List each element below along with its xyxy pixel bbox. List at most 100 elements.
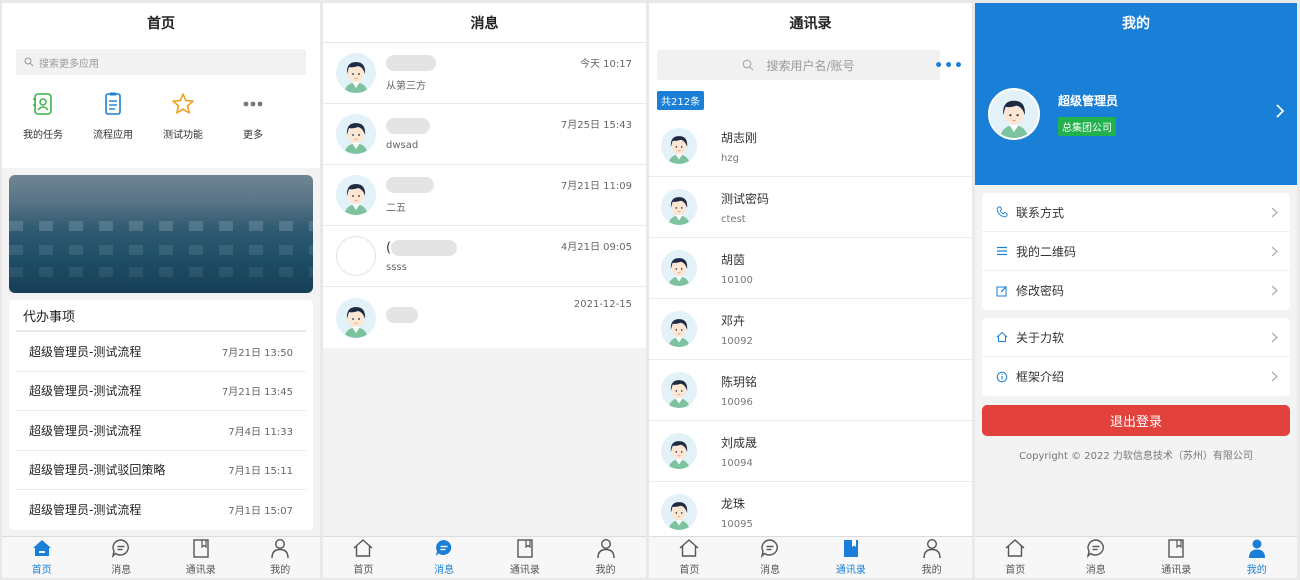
menu-framework[interactable]: 框架介绍 bbox=[982, 357, 1290, 396]
contact-name: 龙珠 bbox=[721, 496, 746, 511]
logout-button[interactable]: 退出登录 bbox=[982, 405, 1290, 436]
message-icon bbox=[112, 539, 130, 559]
contact-account: 10092 bbox=[721, 335, 753, 347]
todo-row[interactable]: 超级管理员-测试流程 7月1日 15:07 bbox=[16, 490, 306, 530]
tab-label: 我的 bbox=[595, 565, 616, 576]
home-icon bbox=[679, 539, 699, 557]
company-badge: 总集团公司 bbox=[1058, 117, 1116, 136]
contact-account: 10100 bbox=[721, 274, 753, 286]
mine-screen: 我的 超级管理员 总集团公司 联系方式 我的二维码 修改密码 关于力软 框架介绍… bbox=[975, 3, 1297, 578]
contact-item[interactable]: 邓卉 10092 bbox=[649, 299, 972, 360]
menu-label: 修改密码 bbox=[1016, 284, 1065, 298]
message-item[interactable]: dwsad 7月25日 15:43 bbox=[323, 104, 646, 165]
search-input[interactable]: 搜索更多应用 bbox=[16, 49, 306, 75]
tab-label: 消息 bbox=[434, 565, 455, 576]
more-options-icon[interactable]: ••• bbox=[934, 58, 964, 74]
profile-card[interactable]: 超级管理员 总集团公司 bbox=[988, 88, 1118, 140]
message-preview: 从第三方 bbox=[386, 80, 426, 92]
todo-row-title: 超级管理员-测试驳回策略 bbox=[29, 463, 166, 478]
contact-count-badge: 共212条 bbox=[657, 91, 705, 110]
contact-item[interactable]: 龙珠 10095 bbox=[649, 482, 972, 543]
menu-contact-info[interactable]: 联系方式 bbox=[982, 193, 1290, 232]
tab-mine[interactable]: 我的 bbox=[1217, 537, 1298, 578]
tab-label: 消息 bbox=[111, 565, 132, 576]
tab-contacts[interactable]: 通讯录 bbox=[161, 537, 241, 578]
messages-screen: 消息 从第三方 今天 10:17 dwsad 7月25日 15:43 二五 7月… bbox=[323, 3, 646, 578]
tab-messages[interactable]: 消息 bbox=[82, 537, 162, 578]
todo-row[interactable]: 超级管理员-测试流程 7月21日 13:50 bbox=[16, 332, 306, 372]
todo-row-title: 超级管理员-测试流程 bbox=[29, 384, 142, 399]
contact-name: 陈玥铭 bbox=[721, 374, 758, 389]
app-label: 流程应用 bbox=[93, 130, 133, 141]
search-icon bbox=[24, 57, 34, 67]
menu-qrcode[interactable]: 我的二维码 bbox=[982, 232, 1290, 271]
todo-row[interactable]: 超级管理员-测试驳回策略 7月1日 15:11 bbox=[16, 451, 306, 490]
banner-image[interactable] bbox=[9, 175, 313, 293]
app-test-feature[interactable]: 测试功能 bbox=[148, 91, 218, 141]
message-item[interactable]: 2021-12-15 bbox=[323, 287, 646, 348]
todo-row-time: 7月1日 15:07 bbox=[228, 506, 293, 518]
message-item[interactable]: ( ssss 4月21日 09:05 bbox=[323, 226, 646, 287]
todo-row[interactable]: 超级管理员-测试流程 7月4日 11:33 bbox=[16, 411, 306, 451]
list-icon bbox=[997, 246, 1007, 256]
menu-change-password[interactable]: 修改密码 bbox=[982, 271, 1290, 310]
tab-messages[interactable]: 消息 bbox=[1056, 537, 1137, 578]
contact-account: 10095 bbox=[721, 518, 753, 530]
page-title: 我的 bbox=[1122, 16, 1150, 32]
tab-label: 首页 bbox=[679, 565, 700, 576]
message-icon bbox=[436, 540, 452, 556]
tab-home[interactable]: 首页 bbox=[975, 537, 1056, 578]
app-label: 我的任务 bbox=[23, 130, 63, 141]
message-list: 从第三方 今天 10:17 dwsad 7月25日 15:43 二五 7月21日… bbox=[323, 43, 646, 348]
message-icon bbox=[760, 539, 779, 559]
todo-row[interactable]: 超级管理员-测试流程 7月21日 13:45 bbox=[16, 372, 306, 411]
menu-label: 框架介绍 bbox=[1016, 370, 1065, 384]
tab-contacts[interactable]: 通讯录 bbox=[811, 537, 892, 578]
app-my-tasks[interactable]: 我的任务 bbox=[8, 91, 78, 141]
tab-bar: 首页 消息 通讯录 我的 bbox=[2, 536, 320, 578]
contact-item[interactable]: 胡茵 10100 bbox=[649, 238, 972, 299]
tab-label: 通讯录 bbox=[509, 565, 540, 576]
tab-home[interactable]: 首页 bbox=[649, 537, 730, 578]
task-icon bbox=[33, 93, 52, 115]
message-preview: 二五 bbox=[386, 202, 406, 214]
message-preview: ssss bbox=[386, 261, 407, 273]
home-icon bbox=[1005, 539, 1025, 557]
app-grid: 我的任务 流程应用 测试功能 更多 bbox=[2, 91, 320, 141]
contacts-icon bbox=[193, 539, 209, 558]
tab-mine[interactable]: 我的 bbox=[241, 537, 321, 578]
contacts-search-bar: 搜索用户名/账号 ••• 共212条 bbox=[649, 43, 972, 116]
tab-home[interactable]: 首页 bbox=[2, 537, 82, 578]
chevron-right-icon bbox=[1271, 246, 1278, 256]
todo-title: 代办事项 bbox=[16, 300, 306, 332]
app-workflow[interactable]: 流程应用 bbox=[78, 91, 148, 141]
tab-label: 我的 bbox=[921, 565, 942, 576]
contact-account: 10094 bbox=[721, 457, 753, 469]
user-icon bbox=[271, 538, 289, 559]
tab-home[interactable]: 首页 bbox=[323, 537, 404, 578]
app-more[interactable]: 更多 bbox=[218, 91, 288, 141]
message-item[interactable]: 从第三方 今天 10:17 bbox=[323, 43, 646, 104]
tab-contacts[interactable]: 通讯录 bbox=[1136, 537, 1217, 578]
contact-item[interactable]: 陈玥铭 10096 bbox=[649, 360, 972, 421]
contact-name: 邓卉 bbox=[721, 313, 746, 328]
chevron-right-icon[interactable] bbox=[1275, 103, 1285, 119]
tab-messages[interactable]: 消息 bbox=[730, 537, 811, 578]
tab-label: 我的 bbox=[270, 565, 291, 576]
user-icon bbox=[1248, 539, 1265, 558]
redacted-name bbox=[391, 239, 458, 256]
contacts-screen: 通讯录 搜索用户名/账号 ••• 共212条 胡志刚 hzg 测试密码 ctest … bbox=[649, 3, 972, 578]
tab-mine[interactable]: 我的 bbox=[565, 537, 646, 578]
tab-messages[interactable]: 消息 bbox=[404, 537, 485, 578]
message-item[interactable]: 二五 7月21日 11:09 bbox=[323, 165, 646, 226]
user-icon bbox=[922, 538, 941, 559]
contact-item[interactable]: 测试密码 ctest bbox=[649, 177, 972, 238]
contact-item[interactable]: 刘成晟 10094 bbox=[649, 421, 972, 482]
tab-mine[interactable]: 我的 bbox=[891, 537, 972, 578]
menu-about[interactable]: 关于力软 bbox=[982, 318, 1290, 357]
search-input[interactable]: 搜索用户名/账号 bbox=[657, 50, 940, 80]
contact-item[interactable]: 胡志刚 hzg bbox=[649, 116, 972, 177]
avatar bbox=[661, 250, 697, 286]
contact-account: ctest bbox=[721, 213, 746, 225]
tab-contacts[interactable]: 通讯录 bbox=[485, 537, 566, 578]
